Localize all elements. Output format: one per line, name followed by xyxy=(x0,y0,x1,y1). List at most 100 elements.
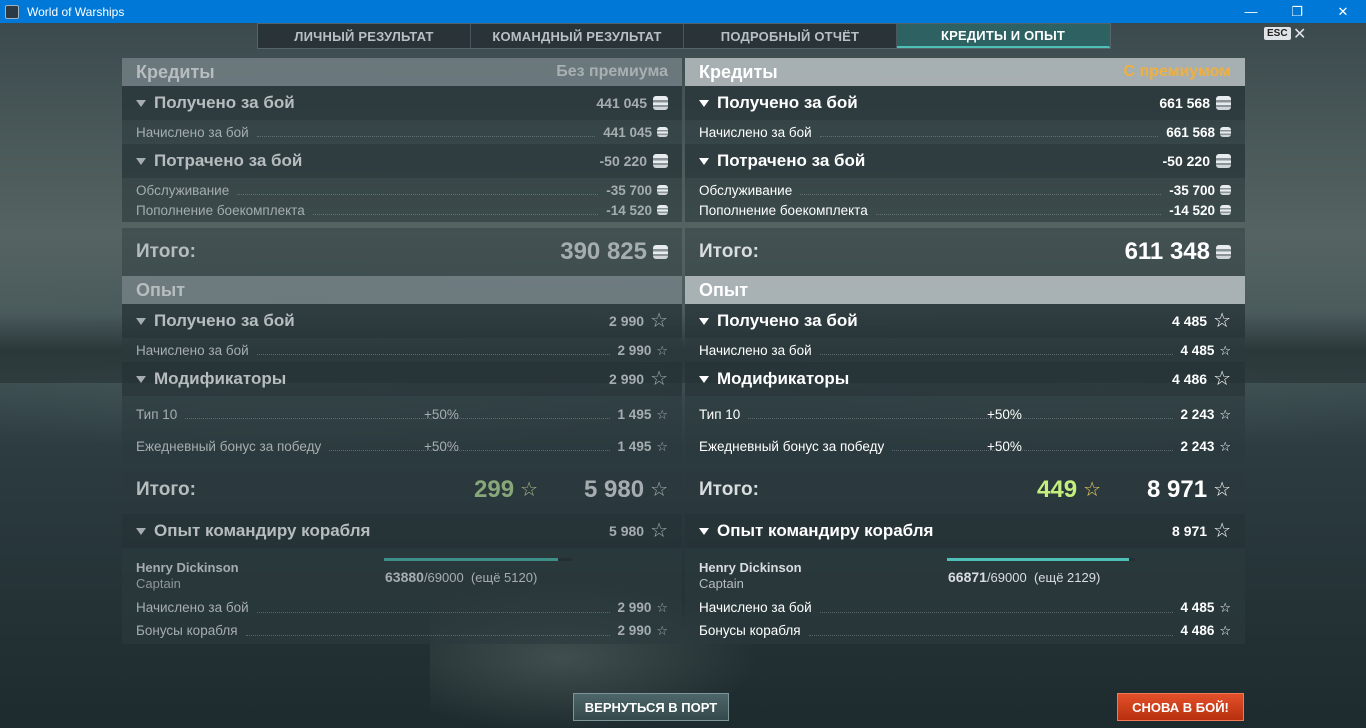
minimize-button[interactable]: — xyxy=(1228,0,1274,23)
captain-xp-fill xyxy=(384,558,559,561)
tab-team-result[interactable]: КОМАНДНЫЙ РЕЗУЛЬТАТ xyxy=(471,24,684,48)
row-label: Обслуживание xyxy=(136,182,230,198)
row-value: 1 495 xyxy=(617,406,652,422)
xp-modifiers-label: Модификаторы xyxy=(717,369,850,388)
commander-xp-label: Опыт командиру корабля xyxy=(717,521,934,540)
credits-spent-section[interactable]: Потрачено за бой -50 220 xyxy=(122,144,682,178)
commander-xp-section[interactable]: Опыт командиру корабля 5 980 ☆ xyxy=(122,514,682,548)
triangle-down-icon[interactable] xyxy=(699,157,709,165)
restore-button[interactable]: ❐ xyxy=(1274,0,1320,23)
row-value: -14 520 xyxy=(1169,202,1215,218)
captain-xp-text: 63880/69000 (ещё 5120) xyxy=(385,569,537,585)
free-xp-star-icon: ☆ xyxy=(1083,479,1101,501)
credits-spent-rows: Обслуживание -35 700 Пополнение боекомпл… xyxy=(122,178,682,222)
star-icon: ☆ xyxy=(650,479,668,501)
list-item: Начислено за бой 4 485 ☆ xyxy=(685,596,1245,619)
list-item: Начислено за бой 661 568 xyxy=(685,122,1245,142)
triangle-down-icon[interactable] xyxy=(136,317,146,325)
row-value: 4 486 xyxy=(1180,623,1215,638)
credits-earned-section[interactable]: Получено за бой 661 568 xyxy=(685,86,1245,120)
close-window-button[interactable]: ✕ xyxy=(1320,0,1366,23)
commander-xp-label: Опыт командиру корабля xyxy=(154,521,371,540)
triangle-down-icon[interactable] xyxy=(136,157,146,165)
xp-modifier-rows: Тип 10 +50% 2 243 ☆ Ежедневный бонус за п… xyxy=(685,396,1245,464)
triangle-down-icon[interactable] xyxy=(136,375,146,383)
triangle-down-icon[interactable] xyxy=(699,375,709,383)
window-titlebar: World of Warships — ❐ ✕ xyxy=(0,0,1366,23)
battle-again-button[interactable]: СНОВА В БОЙ! xyxy=(1117,693,1244,721)
row-label: Бонусы корабля xyxy=(699,623,801,638)
xp-total: Итого: 449 ☆ 8 971 ☆ xyxy=(685,466,1245,514)
list-item: Обслуживание -35 700 xyxy=(122,180,682,200)
xp-header: Опыт xyxy=(122,276,682,304)
credits-spent-section[interactable]: Потрачено за бой -50 220 xyxy=(685,144,1245,178)
star-icon: ☆ xyxy=(656,600,668,615)
triangle-down-icon[interactable] xyxy=(136,99,146,107)
row-value: 2 990 xyxy=(617,600,652,615)
star-icon: ☆ xyxy=(656,623,668,638)
xp-modifiers-section[interactable]: Модификаторы 2 990 ☆ xyxy=(122,362,682,396)
star-icon: ☆ xyxy=(656,406,668,422)
triangle-down-icon[interactable] xyxy=(699,99,709,107)
credits-title: Кредиты xyxy=(699,61,778,82)
window-title: World of Warships xyxy=(27,4,125,19)
xp-modifiers-value: 2 990 xyxy=(609,371,645,387)
list-item: Пополнение боекомплекта -14 520 xyxy=(122,200,682,220)
star-icon: ☆ xyxy=(1219,600,1231,615)
xp-earned-value: 4 485 xyxy=(1172,313,1208,329)
captain-xp-max: /69000 xyxy=(423,570,464,585)
close-results-icon[interactable]: ✕ xyxy=(1293,24,1306,44)
row-label: Бонусы корабля xyxy=(136,623,238,638)
star-icon: ☆ xyxy=(1219,342,1231,358)
captain-card: Henry Dickinson Captain 66871/69000 (ещё… xyxy=(685,548,1245,594)
credits-coin-icon xyxy=(1220,185,1231,195)
row-value: 2 243 xyxy=(1180,438,1215,454)
credits-earned-rows: Начислено за бой 661 568 xyxy=(685,120,1245,144)
xp-earned-section[interactable]: Получено за бой 4 485 ☆ xyxy=(685,304,1245,338)
tab-detailed-report[interactable]: ПОДРОБНЫЙ ОТЧЁТ xyxy=(684,24,897,48)
list-item: Бонусы корабля 2 990 ☆ xyxy=(122,619,682,642)
xp-earned-rows: Начислено за бой 4 485 ☆ xyxy=(685,338,1245,362)
credits-title: Кредиты xyxy=(136,61,215,82)
esc-key-hint[interactable]: ESC xyxy=(1264,27,1291,40)
credits-spent-value: -50 220 xyxy=(1162,153,1210,169)
modifier-percent: +50% xyxy=(424,406,459,422)
xp-modifiers-label: Модификаторы xyxy=(154,369,287,388)
star-icon: ☆ xyxy=(650,368,668,390)
credits-earned-value: 441 045 xyxy=(596,95,647,111)
app-icon xyxy=(5,4,19,19)
return-to-port-button[interactable]: ВЕРНУТЬСЯ В ПОРТ xyxy=(573,693,729,721)
captain-name: Henry Dickinson xyxy=(699,560,802,575)
captain-rows: Начислено за бой 2 990 ☆ Бонусы корабля 2… xyxy=(122,594,682,644)
row-value: -35 700 xyxy=(606,182,652,198)
credits-total: Итого: 390 825 xyxy=(122,228,682,276)
row-label: Начислено за бой xyxy=(136,600,249,615)
tab-personal-result[interactable]: ЛИЧНЫЙ РЕЗУЛЬТАТ xyxy=(258,24,471,48)
star-icon: ☆ xyxy=(1219,623,1231,638)
xp-earned-label: Получено за бой xyxy=(154,311,295,330)
triangle-down-icon[interactable] xyxy=(699,527,709,535)
xp-earned-section[interactable]: Получено за бой 2 990 ☆ xyxy=(122,304,682,338)
xp-modifiers-section[interactable]: Модификаторы 4 486 ☆ xyxy=(685,362,1245,396)
modifier-percent: +50% xyxy=(987,406,1022,422)
row-label: Тип 10 xyxy=(699,406,741,422)
tab-credits-and-xp[interactable]: КРЕДИТЫ И ОПЫТ xyxy=(897,24,1110,48)
list-item: Ежедневный бонус за победу +50% 2 243 ☆ xyxy=(685,430,1245,462)
row-label: Начислено за бой xyxy=(699,124,812,140)
commander-xp-value: 8 971 xyxy=(1172,523,1208,539)
xp-total-label: Итого: xyxy=(699,479,759,500)
star-icon: ☆ xyxy=(1219,438,1231,454)
list-item: Тип 10 +50% 1 495 ☆ xyxy=(122,398,682,430)
captain-xp-text: 66871/69000 (ещё 2129) xyxy=(948,569,1100,585)
row-value: 4 485 xyxy=(1180,600,1215,615)
triangle-down-icon[interactable] xyxy=(699,317,709,325)
commander-xp-section[interactable]: Опыт командиру корабля 8 971 ☆ xyxy=(685,514,1245,548)
credits-total-label: Итого: xyxy=(136,241,196,262)
row-value: 2 243 xyxy=(1180,406,1215,422)
captain-xp-current: 66871 xyxy=(948,569,987,585)
row-value: 2 990 xyxy=(617,342,652,358)
free-xp-star-icon: ☆ xyxy=(520,479,538,501)
credits-earned-section[interactable]: Получено за бой 441 045 xyxy=(122,86,682,120)
row-label: Пополнение боекомплекта xyxy=(699,202,868,218)
triangle-down-icon[interactable] xyxy=(136,527,146,535)
